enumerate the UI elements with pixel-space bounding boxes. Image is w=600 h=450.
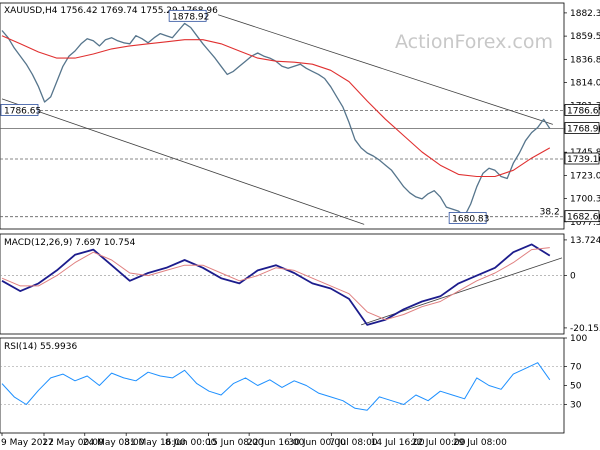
price-tag-label: 1786.65 [567, 106, 600, 116]
rsi-tick-label: 50 [570, 382, 582, 392]
rsi-tick-label: 100 [570, 334, 587, 344]
price-tick-label: 1836.8 [570, 55, 600, 65]
price-annotation-label: 1680.83 [452, 214, 489, 224]
price-tick-label: 1723.05 [570, 171, 600, 181]
macd-tick-label: -20.155 [570, 324, 600, 334]
price-annotation-label: 1786.65 [4, 106, 41, 116]
macd-tick-label: 13.724 [570, 236, 600, 246]
forex-chart: ActionForex.com XAUUSD,H4 1756.42 1769.7… [0, 0, 600, 450]
rsi-title: RSI(14) 55.9936 [4, 342, 77, 352]
rsi-tick-label: 30 [570, 401, 582, 411]
price-annotation-label: 1878.92 [172, 12, 209, 22]
fibonacci-label: 38.2 [540, 208, 560, 218]
macd-tick-label: 0 [570, 272, 576, 282]
price-tick-label: 1814.05 [570, 79, 600, 89]
time-tick-label: 29 Jul 08:00 [453, 438, 507, 448]
price-tick-label: 1700.3 [570, 195, 600, 205]
price-tick-label: 1882.3 [570, 9, 600, 19]
price-tag-label: 1682.60 [567, 213, 600, 223]
price-tag-label: 1768.96 [567, 125, 600, 135]
macd-title: MACD(12,26,9) 7.697 10.754 [4, 238, 136, 248]
watermark: ActionForex.com [395, 31, 553, 53]
rsi-tick-label: 70 [570, 363, 582, 373]
price-tick-label: 1859.55 [570, 32, 600, 42]
price-tag-label: 1739.10 [567, 155, 600, 165]
